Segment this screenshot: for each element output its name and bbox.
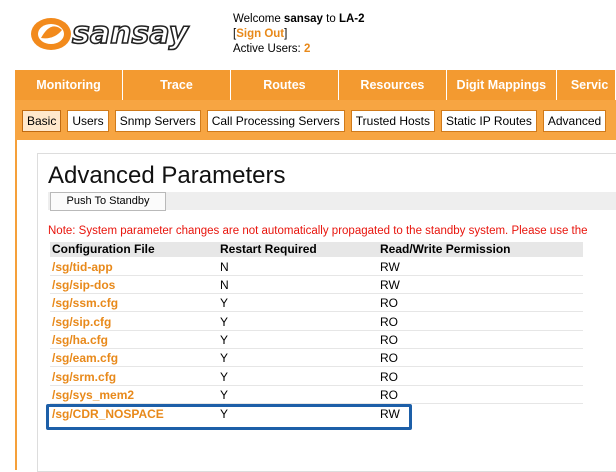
welcome-block: Welcome sansay to LA-2 [Sign Out] Active… xyxy=(233,13,365,55)
page-title: Advanced Parameters xyxy=(48,162,286,189)
nav-monitoring[interactable]: Monitoring xyxy=(15,70,123,100)
welcome-prefix: Welcome xyxy=(233,13,281,25)
restart-required-value: Y xyxy=(220,370,229,384)
to-word: to xyxy=(326,13,336,25)
table-row: /sg/sip.cfg Y RO xyxy=(50,313,583,331)
main-nav: Monitoring Trace Routes Resources Digit … xyxy=(15,70,616,100)
tab-users[interactable]: Users xyxy=(67,110,109,132)
username: sansay xyxy=(283,13,323,25)
row-divider xyxy=(50,311,583,312)
tab-call-processing-servers[interactable]: Call Processing Servers xyxy=(206,110,345,132)
table-header: Configuration File Restart Required Read… xyxy=(50,242,583,257)
permission-value: RO xyxy=(380,351,398,365)
restart-required-value: Y xyxy=(220,333,229,347)
restart-required-value: N xyxy=(220,260,229,274)
col-restart-required: Restart Required xyxy=(220,242,317,256)
restart-required-value: N xyxy=(220,278,229,292)
table-row: /sg/tid-app N RW xyxy=(50,258,583,276)
table-row: /sg/sys_mem2 Y RO xyxy=(50,386,583,404)
push-to-standby-button[interactable]: Push To Standby xyxy=(50,192,166,211)
highlight-box xyxy=(46,404,412,430)
table-row: /sg/srm.cfg Y RO xyxy=(50,368,583,386)
restart-required-value: Y xyxy=(220,388,229,402)
col-read-write-permission: Read/Write Permission xyxy=(380,242,511,256)
sansay-logo: sansay xyxy=(31,15,190,52)
sign-out-link[interactable]: Sign Out xyxy=(236,28,284,40)
col-configuration-file: Configuration File xyxy=(52,242,155,256)
permission-value: RO xyxy=(380,315,398,329)
table-row: /sg/eam.cfg Y RO xyxy=(50,349,583,367)
active-users-label: Active Users: xyxy=(233,43,301,55)
permission-value: RO xyxy=(380,388,398,402)
restart-required-value: Y xyxy=(220,296,229,310)
tab-static-ip-routes[interactable]: Static IP Routes xyxy=(441,110,537,132)
config-file-link[interactable]: /sg/ssm.cfg xyxy=(52,294,118,312)
nav-trace[interactable]: Trace xyxy=(122,70,231,100)
permission-value: RO xyxy=(380,296,398,310)
tab-trusted-hosts[interactable]: Trusted Hosts xyxy=(350,110,436,132)
standby-note: Note: System parameter changes are not a… xyxy=(48,225,588,237)
tab-snmp-servers[interactable]: Snmp Servers xyxy=(114,110,201,132)
config-file-link[interactable]: /sg/eam.cfg xyxy=(52,349,118,367)
config-file-link[interactable]: /sg/sip-dos xyxy=(52,276,115,294)
table-row: /sg/ha.cfg Y RO xyxy=(50,331,583,349)
permission-value: RO xyxy=(380,370,398,384)
nav-resources[interactable]: Resources xyxy=(338,70,447,100)
left-accent-bar xyxy=(15,140,17,470)
row-divider xyxy=(50,366,583,367)
nav-routes[interactable]: Routes xyxy=(230,70,339,100)
config-file-link[interactable]: /sg/ha.cfg xyxy=(52,331,108,349)
table-row: /sg/sip-dos N RW xyxy=(50,276,583,294)
config-file-link[interactable]: /sg/tid-app xyxy=(52,258,113,276)
table-row: /sg/ssm.cfg Y RO xyxy=(50,294,583,312)
tab-basic[interactable]: Basic xyxy=(22,110,62,132)
permission-value: RO xyxy=(380,333,398,347)
site-name: LA-2 xyxy=(338,13,365,25)
restart-required-value: Y xyxy=(220,315,229,329)
active-users-count: 2 xyxy=(303,43,311,55)
config-file-link[interactable]: /sg/sys_mem2 xyxy=(52,386,134,404)
restart-required-value: Y xyxy=(220,351,229,365)
config-file-link[interactable]: /sg/srm.cfg xyxy=(52,368,116,386)
permission-value: RW xyxy=(380,260,400,274)
nav-services[interactable]: Servic xyxy=(556,70,616,100)
sub-nav: Basic Users Snmp Servers Call Processing… xyxy=(15,100,616,140)
nav-digit-mappings[interactable]: Digit Mappings xyxy=(446,70,557,100)
tab-advanced[interactable]: Advanced xyxy=(542,110,607,132)
config-file-link[interactable]: /sg/sip.cfg xyxy=(52,313,111,331)
permission-value: RW xyxy=(380,278,400,292)
logo-text: sansay xyxy=(72,16,190,51)
